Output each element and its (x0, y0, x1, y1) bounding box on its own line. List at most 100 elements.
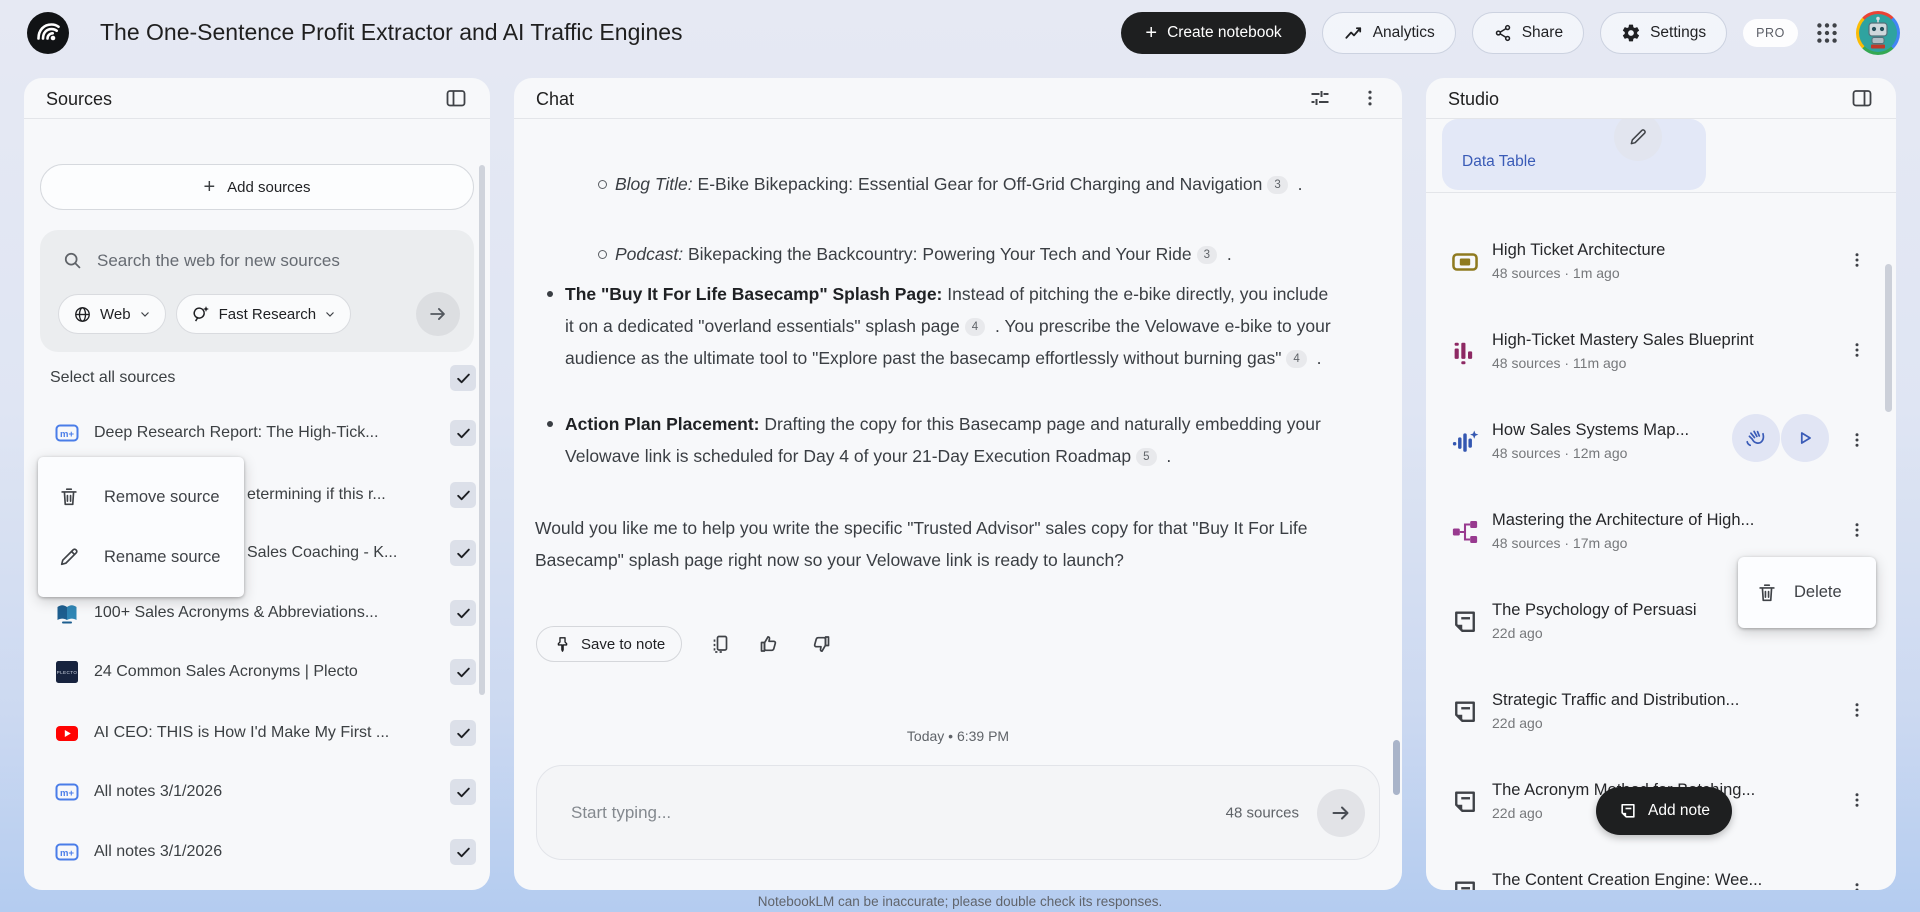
research-mode-chip[interactable]: Fast Research (175, 294, 352, 334)
collapse-panel-icon[interactable] (444, 86, 468, 110)
source-checkbox[interactable] (450, 600, 476, 626)
pencil-icon (58, 546, 80, 568)
share-button[interactable]: Share (1471, 12, 1585, 54)
source-checkbox[interactable] (450, 720, 476, 746)
submit-search-button[interactable] (416, 292, 460, 336)
source-checkbox[interactable] (450, 839, 476, 865)
citation-chip[interactable]: 4 (1286, 350, 1307, 368)
chat-bullet: Action Plan Placement: Drafting the copy… (547, 408, 1337, 472)
play-audio-button[interactable] (1781, 414, 1829, 462)
note-source-icon: m+ (54, 420, 80, 446)
citation-chip[interactable]: 3 (1267, 176, 1288, 194)
source-row[interactable]: AI CEO: THIS is How I'd Make My First ..… (24, 716, 490, 750)
audio-overview-icon (1450, 427, 1480, 457)
wave-hand-icon (1744, 426, 1768, 450)
delete-menu-item[interactable]: Delete (1738, 557, 1876, 628)
remove-source-menu-item[interactable]: Remove source (38, 467, 244, 527)
add-sources-button[interactable]: + Add sources (40, 164, 474, 210)
thumbs-down-icon[interactable] (808, 632, 832, 656)
source-context-menu: Remove source Rename source (38, 457, 244, 597)
studio-item[interactable]: Strategic Traffic and Distribution... 22d… (1426, 687, 1896, 753)
chat-input-bar: 48 sources (536, 765, 1380, 860)
edit-tile-button[interactable] (1614, 119, 1662, 161)
trash-icon (58, 486, 80, 508)
research-sparkle-search-icon (191, 304, 211, 324)
chat-input[interactable] (571, 766, 1035, 859)
apps-grid-icon[interactable] (1814, 20, 1840, 46)
source-checkbox[interactable] (450, 420, 476, 446)
source-row[interactable]: 100+ Sales Acronyms & Abbreviations... (24, 596, 490, 630)
source-row[interactable]: m+ Deep Research Report: The High-Tick..… (24, 416, 490, 450)
kebab-menu-icon[interactable] (1844, 427, 1870, 453)
add-note-button[interactable]: Add note (1596, 787, 1733, 835)
save-to-note-button[interactable]: Save to note (536, 626, 683, 662)
kebab-menu-icon[interactable] (1844, 697, 1870, 723)
source-checkbox[interactable] (450, 540, 476, 566)
sources-scrollbar[interactable] (479, 165, 485, 695)
play-icon (1794, 427, 1816, 449)
chevron-down-icon (324, 308, 336, 320)
note-icon (1618, 801, 1638, 821)
arrow-right-icon (427, 303, 449, 325)
chevron-down-icon (139, 308, 151, 320)
source-row[interactable]: m+ All notes 3/1/2026 (24, 775, 490, 809)
source-row[interactable]: PLECTO 24 Common Sales Acronyms | Plecto (24, 655, 490, 689)
mindmap-icon (1450, 517, 1480, 547)
message-actions-row: Save to note (536, 626, 832, 662)
studio-item[interactable]: High-Ticket Mastery Sales Blueprint 48 so… (1426, 327, 1896, 393)
kebab-menu-icon[interactable] (1360, 88, 1380, 108)
citation-chip[interactable]: 3 (1196, 246, 1217, 264)
youtube-icon (54, 720, 80, 746)
copy-icon[interactable] (708, 632, 732, 656)
source-row[interactable]: m+ All notes 3/1/2026 (24, 835, 490, 869)
studio-item[interactable]: The Content Creation Engine: Wee... (1426, 867, 1896, 890)
source-checkbox[interactable] (450, 482, 476, 508)
send-message-button[interactable] (1317, 788, 1365, 837)
source-checkbox[interactable] (450, 659, 476, 685)
studio-item[interactable]: How Sales Systems Map... 48 sources · 12m… (1426, 414, 1896, 483)
select-all-checkbox[interactable] (450, 365, 476, 391)
analytics-button[interactable]: Analytics (1321, 12, 1456, 54)
note-icon (1450, 697, 1480, 727)
chat-closing-paragraph: Would you like me to help you write the … (535, 518, 1308, 570)
create-notebook-button[interactable]: + Create notebook (1121, 12, 1306, 54)
studio-item[interactable]: High Ticket Architecture 48 sources · 1m … (1426, 237, 1896, 303)
chat-settings-icon[interactable] (1308, 86, 1332, 110)
source-checkbox[interactable] (450, 779, 476, 805)
kebab-menu-icon[interactable] (1844, 337, 1870, 363)
studio-panel: Studio Data Table High Ticket Architectu… (1426, 78, 1896, 890)
citation-chip[interactable]: 5 (1136, 448, 1157, 466)
chat-scrollbar[interactable] (1393, 740, 1400, 795)
note-icon (1450, 607, 1480, 637)
plus-icon: + (1145, 22, 1158, 44)
sources-panel-title: Sources (46, 89, 113, 109)
thumbs-up-icon[interactable] (758, 632, 782, 656)
studio-scrollbar[interactable] (1885, 264, 1892, 412)
svg-text:m+: m+ (60, 788, 74, 799)
kebab-menu-icon[interactable] (1844, 787, 1870, 813)
chat-sub-bullet: Blog Title: E-Bike Bikepacking: Essentia… (598, 168, 1350, 200)
studio-scroll-region: Data Table High Ticket Architecture 48 so… (1426, 119, 1896, 890)
share-icon (1493, 23, 1513, 43)
chat-panel: Chat Blog Title: E-Bike Bikepacking: Ess… (514, 78, 1402, 890)
note-icon (1450, 787, 1480, 817)
chat-bullet: The "Buy It For Life Basecamp" Splash Pa… (547, 278, 1337, 374)
kebab-menu-icon[interactable] (1844, 247, 1870, 273)
search-icon (62, 250, 83, 271)
search-web-input[interactable] (97, 250, 454, 271)
rename-source-menu-item[interactable]: Rename source (38, 527, 244, 587)
account-avatar[interactable] (1856, 11, 1900, 55)
notebook-title[interactable]: The One-Sentence Profit Extractor and AI… (100, 19, 683, 46)
notebooklm-logo-icon[interactable] (26, 11, 70, 55)
data-table-tile[interactable]: Data Table (1442, 119, 1706, 190)
svg-text:PLECTO: PLECTO (57, 670, 78, 675)
citation-chip[interactable]: 4 (964, 318, 986, 336)
web-filter-chip[interactable]: Web (58, 294, 166, 334)
settings-button[interactable]: Settings (1600, 12, 1728, 54)
collapse-panel-icon[interactable] (1850, 86, 1874, 110)
interactive-mode-button[interactable] (1732, 414, 1780, 462)
plus-icon: + (203, 175, 216, 198)
kebab-menu-icon[interactable] (1844, 517, 1870, 543)
trend-up-icon (1343, 23, 1364, 44)
kebab-menu-icon[interactable] (1844, 877, 1870, 890)
